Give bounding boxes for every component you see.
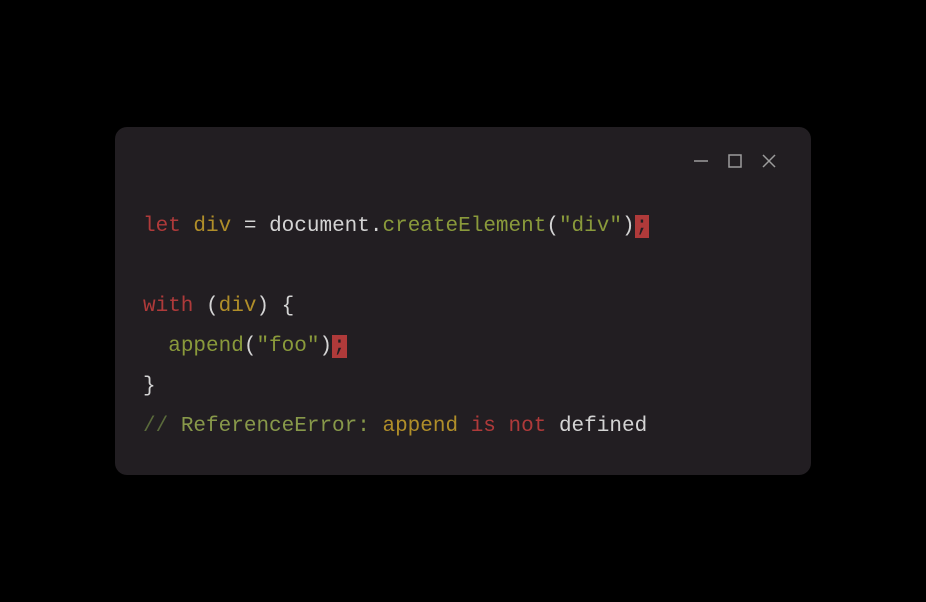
code-token: )	[622, 215, 635, 238]
code-token: div	[193, 215, 231, 238]
code-token	[458, 415, 471, 438]
code-token: .	[370, 215, 383, 238]
code-token: createElement	[383, 215, 547, 238]
close-icon[interactable]	[759, 151, 779, 171]
code-token: append	[382, 415, 458, 438]
code-token: is	[471, 415, 496, 438]
code-line: append("foo");	[143, 327, 783, 367]
code-token: ReferenceError:	[181, 415, 370, 438]
code-token: "foo"	[256, 335, 319, 358]
code-token: document	[269, 215, 370, 238]
window-titlebar	[143, 151, 783, 171]
code-token: =	[244, 215, 257, 238]
code-line: // ReferenceError: append is not defined	[143, 407, 783, 447]
code-token: (	[546, 215, 559, 238]
code-token: (	[193, 295, 218, 318]
code-token: with	[143, 295, 193, 318]
code-token: not	[509, 415, 547, 438]
code-line: with (div) {	[143, 287, 783, 327]
code-token: append	[168, 335, 244, 358]
code-token: ;	[635, 215, 650, 238]
code-line: }	[143, 367, 783, 407]
code-token: }	[143, 375, 156, 398]
code-token	[256, 215, 269, 238]
code-line	[143, 247, 783, 287]
code-token	[496, 415, 509, 438]
code-token: "div"	[559, 215, 622, 238]
code-token	[181, 215, 194, 238]
code-token: ;	[332, 335, 347, 358]
maximize-icon[interactable]	[725, 151, 745, 171]
code-token	[168, 415, 181, 438]
code-line: let div = document.createElement("div");	[143, 207, 783, 247]
code-token	[143, 335, 168, 358]
code-token	[231, 215, 244, 238]
code-token: defined	[559, 415, 647, 438]
code-token: (	[244, 335, 257, 358]
code-token: )	[319, 335, 332, 358]
code-token	[370, 415, 383, 438]
minimize-icon[interactable]	[691, 151, 711, 171]
code-token: //	[143, 415, 168, 438]
code-block: let div = document.createElement("div");…	[143, 207, 783, 446]
code-token	[546, 415, 559, 438]
code-window: let div = document.createElement("div");…	[115, 127, 811, 474]
code-token: ) {	[256, 295, 294, 318]
code-token: div	[219, 295, 257, 318]
code-token: let	[143, 215, 181, 238]
